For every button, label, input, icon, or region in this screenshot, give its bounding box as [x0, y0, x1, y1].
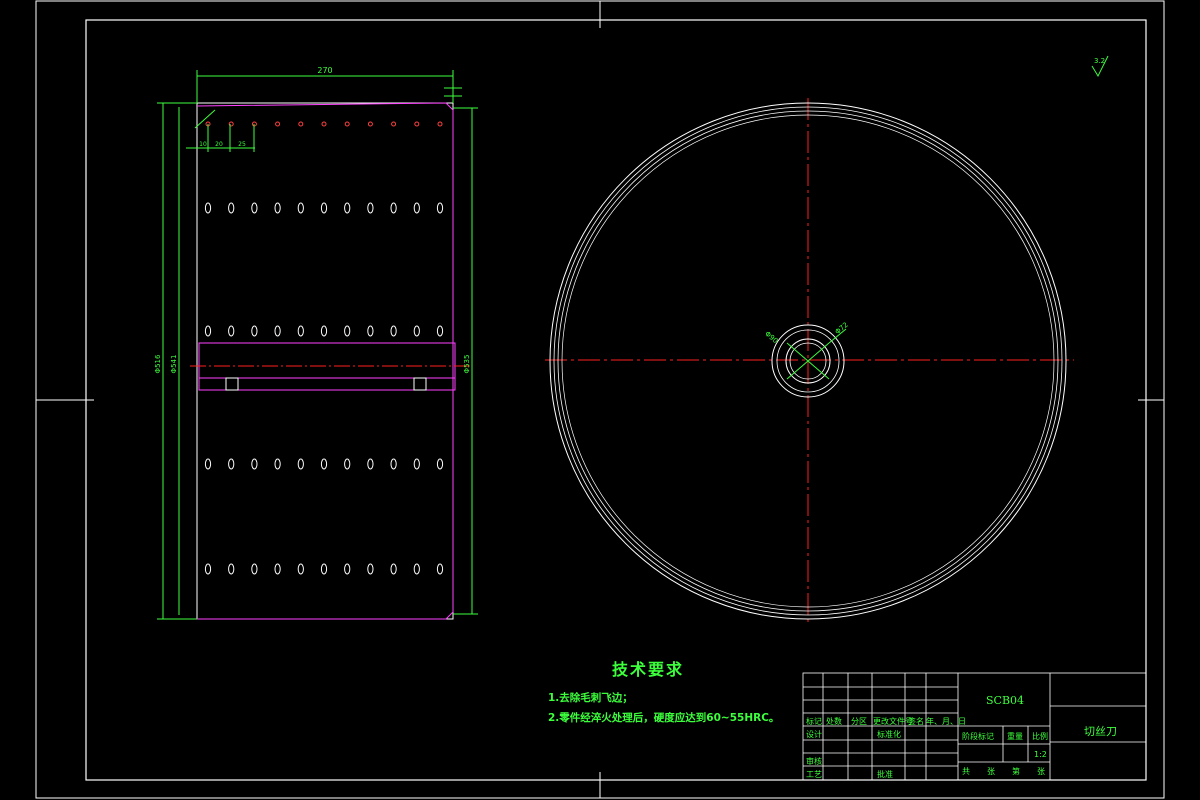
tb-role-review: 审核	[806, 757, 822, 766]
side-body-outline	[196, 102, 454, 620]
dim-small-1: 10	[199, 141, 207, 148]
hole	[228, 563, 235, 575]
hole	[413, 325, 420, 337]
tb-weight-label: 重量	[1007, 732, 1023, 741]
dim-small-2: 20	[215, 141, 223, 148]
hole	[436, 325, 444, 337]
hole	[251, 325, 258, 337]
hole	[204, 202, 212, 214]
tech-requirement-2: 2.零件经淬火处理后，硬度应达到60~55HRC。	[548, 712, 780, 724]
dim-length-text: 270	[317, 66, 332, 75]
cad-drawing: 270 10 20 25 Φ516 Φ541 Φ535 Φ90 Φ72 3.2	[35, 0, 1165, 799]
hole	[344, 202, 351, 214]
hole	[367, 563, 374, 575]
hole	[320, 325, 328, 337]
roughness-value: 3.2	[1094, 57, 1105, 65]
sheet-border	[35, 0, 1165, 799]
hole	[436, 563, 444, 575]
hub-dim-text-2: Φ72	[834, 321, 850, 336]
hole	[297, 563, 304, 575]
hole	[390, 458, 397, 470]
side-view: 270 10 20 25 Φ516 Φ541 Φ535	[154, 66, 478, 620]
hole	[274, 325, 281, 337]
hole	[414, 121, 420, 127]
hole	[320, 563, 328, 575]
hole	[298, 121, 304, 127]
hole	[274, 458, 281, 470]
roughness-symbol: 3.2	[1091, 55, 1109, 78]
hole	[344, 563, 351, 575]
keyway-right	[413, 377, 427, 391]
part-name: 切丝刀	[1084, 725, 1117, 738]
hole	[204, 563, 212, 575]
hole	[436, 202, 444, 214]
hole	[367, 325, 374, 337]
tb-sheet-unit-2: 张	[1037, 767, 1045, 776]
tb-label-mark: 标记	[806, 717, 822, 726]
hole	[367, 202, 374, 214]
hole	[344, 121, 350, 127]
hole	[251, 563, 258, 575]
tb-role-standard: 标准化	[877, 730, 901, 739]
tb-role-process: 工艺	[806, 770, 822, 779]
hole	[204, 325, 212, 337]
hole	[228, 202, 235, 214]
hole	[390, 325, 397, 337]
hole	[274, 202, 281, 214]
tb-label-change-doc: 更改文件号	[873, 717, 913, 726]
tb-label-zone: 分区	[851, 717, 867, 726]
tb-label-count: 处数	[826, 717, 842, 726]
tb-sheet-total: 共	[962, 767, 970, 776]
dim-dia-outer-text: Φ516	[154, 354, 162, 373]
tb-stage-label: 阶段标记	[962, 732, 994, 741]
dim-dia-inner-text: Φ541	[170, 355, 178, 374]
hole	[367, 458, 374, 470]
tb-role-approve: 批准	[877, 770, 893, 779]
tb-sheet-unit-1: 张	[987, 767, 995, 776]
hole	[413, 458, 420, 470]
hole	[320, 202, 328, 214]
hole	[436, 458, 444, 470]
hole-pattern	[204, 121, 444, 575]
hole	[344, 458, 351, 470]
tb-sheet-index: 第	[1012, 767, 1020, 776]
tb-scale-value: 1:2	[1034, 750, 1047, 759]
hole	[297, 325, 304, 337]
hole	[367, 121, 373, 127]
keyway-left	[225, 377, 239, 391]
hole	[320, 458, 328, 470]
tech-requirement-1: 1.去除毛刺飞边；	[548, 692, 633, 704]
hole	[275, 121, 281, 127]
hole	[297, 202, 304, 214]
hole	[413, 202, 420, 214]
hole	[344, 325, 351, 337]
hole	[251, 202, 258, 214]
hole	[228, 458, 235, 470]
hole	[437, 121, 443, 127]
hole	[204, 458, 212, 470]
side-section-edge	[196, 102, 454, 620]
dim-dia-right-text: Φ535	[463, 355, 471, 374]
hole	[274, 563, 281, 575]
hole	[251, 458, 258, 470]
drawing-number: SCB04	[986, 694, 1025, 707]
tech-requirements-title: 技术要求	[612, 660, 685, 679]
leader-hole	[194, 109, 216, 129]
dim-small-3: 25	[238, 141, 246, 148]
tb-label-sign: 签名	[908, 717, 924, 726]
hole	[321, 121, 327, 127]
hole	[390, 563, 397, 575]
hole	[297, 458, 304, 470]
hole	[391, 121, 397, 127]
tb-role-design: 设计	[806, 730, 822, 739]
tb-label-date: 年、月、日	[926, 717, 966, 726]
hole	[413, 563, 420, 575]
tb-scale-label: 比例	[1032, 732, 1048, 741]
front-view: Φ90 Φ72	[545, 98, 1074, 624]
hole	[228, 325, 235, 337]
hole	[390, 202, 397, 214]
